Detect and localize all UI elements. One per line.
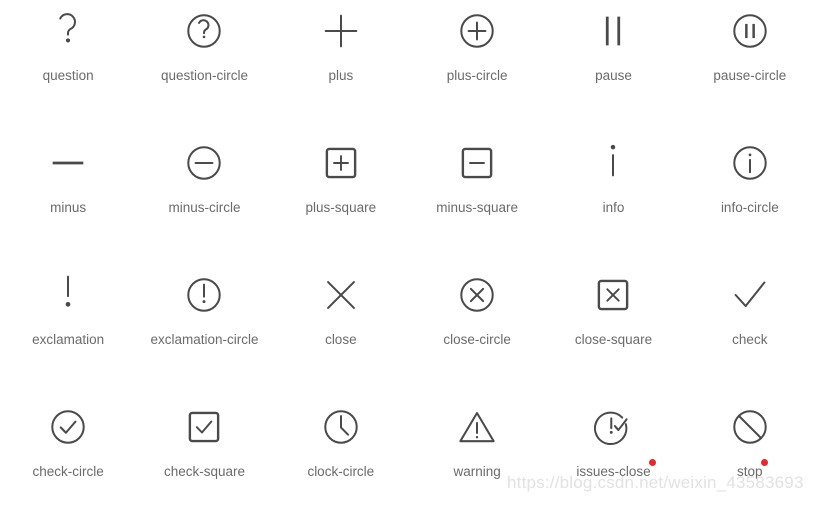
icon-cell-plus[interactable]: plus (273, 0, 409, 132)
icon-label-exclamation: exclamation (32, 332, 105, 347)
icon-cell-question[interactable]: question (0, 0, 136, 132)
exclamation-icon[interactable] (41, 268, 95, 322)
icon-cell-minus-circle[interactable]: minus-circle (136, 132, 272, 264)
icon-label-pause: pause (595, 68, 632, 83)
icon-label-question: question (42, 68, 94, 83)
close-square-icon[interactable] (586, 268, 640, 322)
pause-circle-icon[interactable] (723, 4, 777, 58)
icon-cell-info-circle[interactable]: info-circle (682, 132, 818, 264)
icon-label-plus-circle: plus-circle (446, 68, 508, 83)
icon-cell-plus-circle[interactable]: plus-circle (409, 0, 545, 132)
icon-cell-check-circle[interactable]: check-circle (0, 396, 136, 528)
check-circle-icon[interactable] (41, 400, 95, 454)
close-circle-icon[interactable] (450, 268, 504, 322)
info-icon[interactable] (586, 136, 640, 190)
close-icon[interactable] (314, 268, 368, 322)
icon-cell-warning[interactable]: warning (409, 396, 545, 528)
icon-cell-close-circle[interactable]: close-circle (409, 264, 545, 396)
icon-label-info-circle: info-circle (720, 200, 779, 215)
check-icon[interactable] (723, 268, 777, 322)
icon-label-warning: warning (453, 464, 501, 479)
icon-label-minus-circle: minus-circle (168, 200, 241, 215)
icon-label-plus-square: plus-square (305, 200, 377, 215)
icon-grid: question question-circle plus plus-circle pa… (0, 0, 818, 500)
icon-label-check-circle: check-circle (32, 464, 104, 479)
clock-circle-icon[interactable] (314, 400, 368, 454)
icon-label-close-square: close-square (574, 332, 653, 347)
minus-square-icon[interactable] (450, 136, 504, 190)
plus-circle-icon[interactable] (450, 4, 504, 58)
issues-close-icon[interactable] (586, 400, 640, 454)
icon-cell-check[interactable]: check (682, 264, 818, 396)
icon-cell-clock-circle[interactable]: clock-circle (273, 396, 409, 528)
icon-cell-close[interactable]: close (273, 264, 409, 396)
pause-icon[interactable] (586, 4, 640, 58)
icon-cell-pause-circle[interactable]: pause-circle (682, 0, 818, 132)
icon-cell-minus-square[interactable]: minus-square (409, 132, 545, 264)
icon-cell-exclamation-circle[interactable]: exclamation-circle (136, 264, 272, 396)
question-circle-icon[interactable] (177, 4, 231, 58)
icon-cell-pause[interactable]: pause (545, 0, 681, 132)
minus-icon[interactable] (41, 136, 95, 190)
icon-label-issues-close: issues-close (576, 459, 656, 480)
new-badge-dot-icon (648, 459, 656, 466)
icon-label-info: info (602, 200, 625, 215)
icon-label-question-circle: question-circle (160, 68, 249, 83)
icon-cell-exclamation[interactable]: exclamation (0, 264, 136, 396)
icon-label-close-circle: close-circle (443, 332, 511, 347)
icon-cell-issues-close[interactable]: issues-close (545, 396, 681, 528)
icon-cell-minus[interactable]: minus (0, 132, 136, 264)
icon-label-minus-square: minus-square (436, 200, 519, 215)
icon-cell-question-circle[interactable]: question-circle (136, 0, 272, 132)
check-square-icon[interactable] (177, 400, 231, 454)
new-badge-dot-icon (760, 459, 768, 466)
icon-label-stop: stop (737, 459, 768, 480)
icon-cell-plus-square[interactable]: plus-square (273, 132, 409, 264)
exclamation-circle-icon[interactable] (177, 268, 231, 322)
icon-label-close: close (325, 332, 357, 347)
icon-label-plus: plus (328, 68, 354, 83)
plus-icon[interactable] (314, 4, 368, 58)
icon-label-check-square: check-square (163, 464, 246, 479)
icon-cell-check-square[interactable]: check-square (136, 396, 272, 528)
question-icon[interactable] (41, 4, 95, 58)
icon-label-exclamation-circle: exclamation-circle (150, 332, 259, 347)
icon-label-pause-circle: pause-circle (713, 68, 787, 83)
stop-icon[interactable] (723, 400, 777, 454)
icon-label-check: check (732, 332, 768, 347)
icon-label-minus: minus (50, 200, 87, 215)
info-circle-icon[interactable] (723, 136, 777, 190)
icon-cell-stop[interactable]: stop (682, 396, 818, 528)
icon-cell-info[interactable]: info (545, 132, 681, 264)
plus-square-icon[interactable] (314, 136, 368, 190)
minus-circle-icon[interactable] (177, 136, 231, 190)
icon-label-clock-circle: clock-circle (307, 464, 375, 479)
icon-cell-close-square[interactable]: close-square (545, 264, 681, 396)
warning-icon[interactable] (450, 400, 504, 454)
